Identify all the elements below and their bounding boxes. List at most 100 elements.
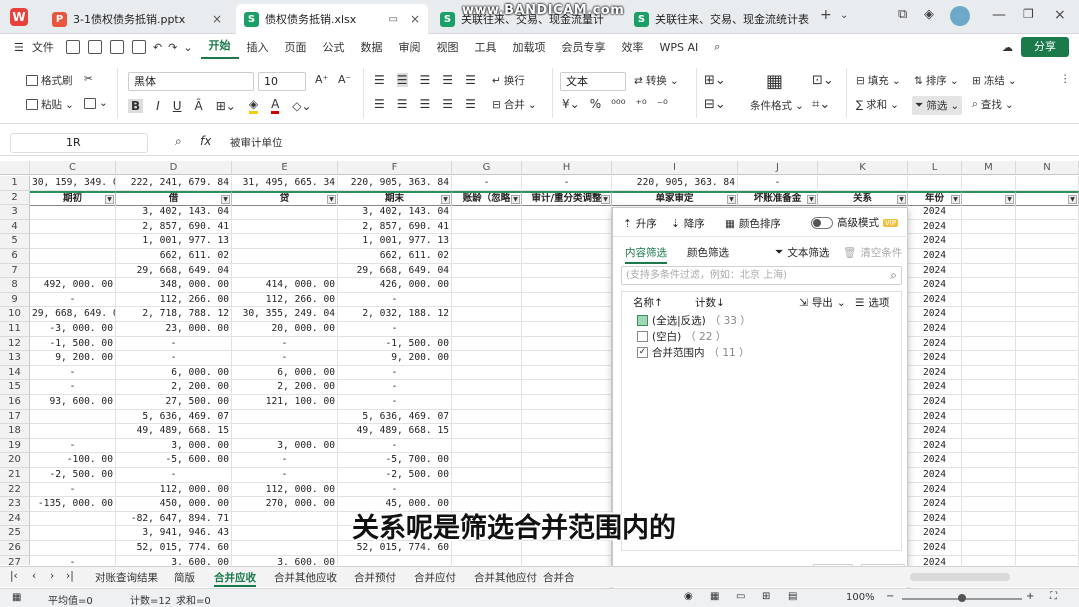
data-cell[interactable]	[30, 409, 116, 425]
total-cell[interactable]	[908, 176, 962, 191]
close-icon[interactable]: ×	[212, 12, 222, 26]
data-cell[interactable]	[522, 409, 612, 425]
data-cell[interactable]: -2, 500. 00	[338, 468, 452, 483]
filter-dropdown-icon[interactable]: ▼	[897, 194, 906, 204]
data-cell[interactable]: 112, 000. 00	[116, 482, 232, 498]
menu-icon[interactable]: ☰	[6, 41, 32, 54]
data-cell[interactable]	[522, 468, 612, 483]
wps-logo[interactable]: W	[10, 8, 28, 26]
sheet-tab[interactable]: 合并其他应付	[474, 570, 537, 585]
row-header[interactable]: 17	[0, 409, 30, 425]
zoom-out-icon[interactable]: −	[886, 591, 894, 602]
header-cell[interactable]: ▼	[1016, 190, 1079, 206]
filter-dropdown-icon[interactable]: ▼	[601, 194, 610, 204]
data-cell[interactable]: 49, 489, 668. 15	[338, 424, 452, 439]
percent-icon[interactable]: %	[590, 97, 601, 111]
header-cell[interactable]: 关系 ▼	[818, 190, 908, 206]
row-header[interactable]: 27	[0, 555, 30, 565]
row-header[interactable]: 14	[0, 365, 30, 381]
row-header[interactable]: 4	[0, 219, 30, 235]
prev-sheet-icon[interactable]: ‹	[32, 570, 36, 582]
data-cell[interactable]	[1016, 219, 1079, 235]
data-cell[interactable]	[962, 511, 1016, 527]
filter-item-select-all[interactable]: (全选|反选) （ 33 ）	[637, 313, 751, 328]
data-cell[interactable]	[452, 278, 522, 293]
checkbox[interactable]	[637, 315, 648, 326]
data-cell[interactable]: 426, 000. 00	[338, 278, 452, 293]
file-tab-xlsx[interactable]: S 关联往来、交易、现金流统计表	[626, 4, 810, 34]
total-cell[interactable]: 30, 159, 349. 04	[30, 176, 116, 191]
filter-button[interactable]: ⏷ 筛选 ⌄	[912, 96, 963, 115]
data-cell[interactable]	[1016, 438, 1079, 454]
column-header-N[interactable]: N	[1016, 161, 1079, 175]
status-icon[interactable]: ▦	[12, 592, 21, 603]
data-cell[interactable]	[30, 541, 116, 556]
data-cell[interactable]: 492, 000. 00	[30, 278, 116, 293]
data-cell[interactable]: 2, 857, 690. 41	[338, 219, 452, 235]
color-sort-button[interactable]: ▦ 颜色排序	[725, 216, 781, 231]
menu-page[interactable]: 页面	[277, 39, 315, 55]
merge-button[interactable]: ⊟ 合并 ⌄	[492, 97, 537, 112]
column-header-C[interactable]: C	[30, 161, 116, 175]
data-cell[interactable]: -3, 000. 00	[30, 322, 116, 337]
data-cell[interactable]: -1, 500. 00	[30, 336, 116, 352]
font-color-icon[interactable]: A	[271, 97, 280, 114]
total-cell[interactable]: -	[738, 176, 818, 191]
header-cell[interactable]: ▼	[962, 190, 1016, 206]
data-cell[interactable]	[452, 482, 522, 498]
data-cell[interactable]	[1016, 409, 1079, 425]
data-cell[interactable]	[962, 249, 1016, 264]
header-cell[interactable]: 贷 ▼	[232, 190, 338, 206]
data-cell[interactable]	[962, 336, 1016, 352]
total-cell[interactable]: -	[522, 176, 612, 191]
sheet-tab[interactable]: 简版	[174, 570, 195, 585]
text-filter-button[interactable]: ⏷ 文本筛选	[775, 245, 829, 260]
eye-icon[interactable]: ◉	[684, 591, 693, 602]
data-cell[interactable]	[962, 453, 1016, 468]
row-header[interactable]: 25	[0, 526, 30, 541]
data-cell[interactable]	[522, 278, 612, 293]
header-cell[interactable]: 账龄（忽略 ▼	[452, 190, 522, 206]
print-icon[interactable]	[109, 40, 124, 54]
data-cell[interactable]: -135, 000. 00	[30, 497, 116, 512]
distribute-icon[interactable]: ☰	[465, 97, 476, 111]
data-cell[interactable]: -	[30, 438, 116, 454]
data-cell[interactable]: 348, 000. 00	[116, 278, 232, 293]
menu-data[interactable]: 数据	[353, 39, 391, 55]
data-cell[interactable]	[962, 424, 1016, 439]
filter-item-in-scope[interactable]: ✓ 合并范围内（ 11 ）	[637, 345, 750, 360]
data-cell[interactable]	[452, 351, 522, 366]
paste-button[interactable]: 粘贴 ⌄	[26, 97, 74, 112]
row-header[interactable]: 21	[0, 468, 30, 483]
cube-icon[interactable]: ◈	[924, 7, 934, 22]
crop-icon[interactable]: ⌗⌄	[812, 97, 830, 112]
data-cell[interactable]	[232, 249, 338, 264]
data-cell[interactable]	[962, 526, 1016, 541]
column-header-I[interactable]: I	[612, 161, 738, 175]
row-header[interactable]: 18	[0, 424, 30, 439]
data-cell[interactable]	[962, 292, 1016, 308]
currency-icon[interactable]: ¥⌄	[562, 97, 580, 111]
data-cell[interactable]	[962, 438, 1016, 454]
data-cell[interactable]: 2024	[908, 322, 962, 337]
data-cell[interactable]	[232, 541, 338, 556]
data-cell[interactable]	[962, 351, 1016, 366]
total-cell[interactable]: 31, 495, 665. 34	[232, 176, 338, 191]
data-cell[interactable]: 2024	[908, 511, 962, 527]
chevron-down-icon[interactable]: ⌄	[180, 41, 200, 54]
data-cell[interactable]	[522, 263, 612, 279]
filter-item-blank[interactable]: (空白) （ 22 ）	[637, 329, 726, 344]
data-cell[interactable]	[30, 511, 116, 527]
data-cell[interactable]: 2024	[908, 555, 962, 565]
data-cell[interactable]	[962, 307, 1016, 322]
data-cell[interactable]: 1, 001, 977. 13	[338, 234, 452, 249]
data-cell[interactable]	[232, 424, 338, 439]
checkbox-checked[interactable]: ✓	[637, 347, 648, 358]
header-cell[interactable]: 单家审定 ▼	[612, 190, 738, 206]
data-cell[interactable]	[1016, 380, 1079, 395]
data-cell[interactable]	[962, 219, 1016, 235]
filter-dropdown-icon[interactable]: ▼	[1005, 194, 1014, 204]
data-cell[interactable]	[522, 336, 612, 352]
column-header-F[interactable]: F	[338, 161, 452, 175]
data-cell[interactable]: 20, 000. 00	[232, 322, 338, 337]
